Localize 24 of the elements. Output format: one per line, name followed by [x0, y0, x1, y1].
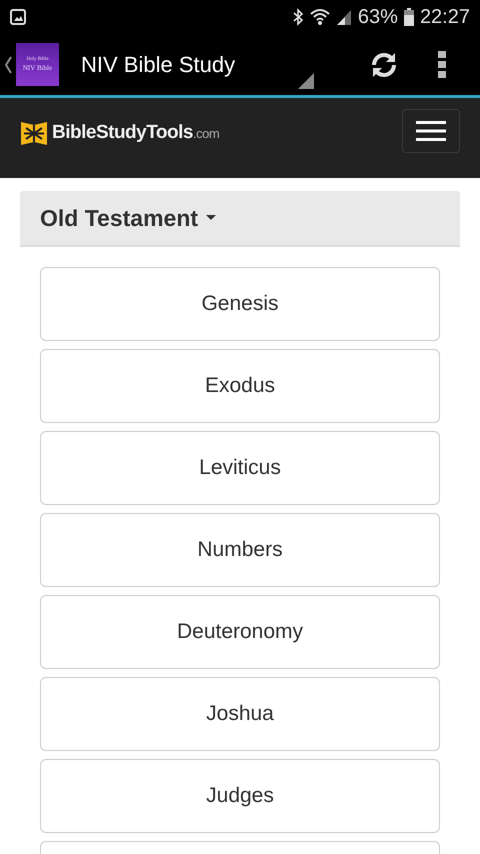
menu-button[interactable] — [402, 109, 460, 153]
gallery-icon — [10, 9, 26, 25]
caret-icon — [206, 215, 216, 221]
overflow-menu-icon[interactable] — [438, 50, 446, 78]
book-button[interactable]: Exodus — [40, 349, 440, 423]
section-header[interactable]: Old Testament — [20, 191, 460, 247]
book-button[interactable]: Genesis — [40, 267, 440, 341]
back-icon[interactable] — [4, 56, 12, 74]
book-button[interactable]: Leviticus — [40, 431, 440, 505]
corner-icon — [298, 73, 314, 89]
site-logo[interactable]: BibleStudyTools.com — [52, 122, 220, 144]
app-title: NIV Bible Study — [81, 52, 236, 78]
book-button[interactable]: Joshua — [40, 677, 440, 751]
clock: 22:27 — [420, 6, 470, 28]
wifi-icon — [310, 8, 330, 26]
bluetooth-icon — [292, 8, 304, 26]
book-button[interactable]: Deuteronomy — [40, 595, 440, 669]
battery-icon — [404, 8, 414, 26]
book-button[interactable]: Numbers — [40, 513, 440, 587]
signal-icon — [336, 8, 352, 26]
menu-icon — [416, 121, 446, 141]
logo-icon — [20, 119, 48, 147]
battery-percent: 63% — [358, 6, 398, 28]
book-button[interactable]: Judges — [40, 759, 440, 833]
